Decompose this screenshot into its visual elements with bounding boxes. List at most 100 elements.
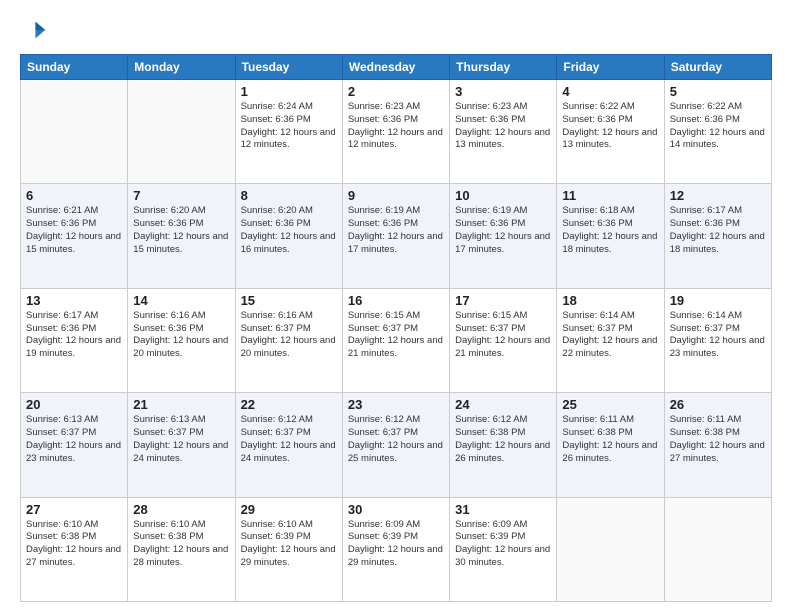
cell-sun-info: Sunrise: 6:20 AMSunset: 6:36 PMDaylight:… (241, 205, 337, 256)
weekday-header-tuesday: Tuesday (235, 55, 342, 80)
calendar-cell: 30Sunrise: 6:09 AMSunset: 6:39 PMDayligh… (342, 497, 449, 601)
cell-sun-info: Sunrise: 6:15 AMSunset: 6:37 PMDaylight:… (348, 310, 444, 361)
calendar-cell: 20 Sunrise: 6:13 AMSunset: 6:37 PMDayligh… (21, 393, 128, 497)
logo-icon (20, 16, 48, 44)
logo (20, 16, 52, 44)
cell-sun-info: Sunrise: 6:19 AMSunset: 6:36 PMDaylight:… (348, 205, 444, 256)
calendar-cell: 9 Sunrise: 6:19 AMSunset: 6:36 PMDaylight… (342, 184, 449, 288)
calendar-cell (664, 497, 771, 601)
day-number: 4 (562, 84, 658, 99)
cell-sun-info: Sunrise: 6:15 AMSunset: 6:37 PMDaylight:… (455, 310, 551, 361)
calendar-cell: 10 Sunrise: 6:19 AMSunset: 6:36 PMDayligh… (450, 184, 557, 288)
cell-sun-info: Sunrise: 6:16 AMSunset: 6:37 PMDaylight:… (241, 310, 337, 361)
calendar-cell: 18 Sunrise: 6:14 AMSunset: 6:37 PMDayligh… (557, 288, 664, 392)
calendar-cell: 7 Sunrise: 6:20 AMSunset: 6:36 PMDaylight… (128, 184, 235, 288)
cell-sun-info: Sunrise: 6:14 AMSunset: 6:37 PMDaylight:… (670, 310, 766, 361)
day-number: 16 (348, 293, 444, 308)
cell-sun-info: Sunrise: 6:14 AMSunset: 6:37 PMDaylight:… (562, 310, 658, 361)
cell-sun-info: Sunrise: 6:13 AMSunset: 6:37 PMDaylight:… (26, 414, 122, 465)
calendar-cell: 28Sunrise: 6:10 AMSunset: 6:38 PMDayligh… (128, 497, 235, 601)
calendar-cell (21, 80, 128, 184)
day-number: 23 (348, 397, 444, 412)
day-number: 29 (241, 502, 337, 517)
day-number: 19 (670, 293, 766, 308)
page: SundayMondayTuesdayWednesdayThursdayFrid… (0, 0, 792, 612)
day-number: 28 (133, 502, 229, 517)
day-number: 12 (670, 188, 766, 203)
day-number: 6 (26, 188, 122, 203)
calendar-table: SundayMondayTuesdayWednesdayThursdayFrid… (20, 54, 772, 602)
cell-sun-info: Sunrise: 6:10 AMSunset: 6:39 PMDaylight:… (241, 519, 337, 570)
day-number: 18 (562, 293, 658, 308)
cell-sun-info: Sunrise: 6:19 AMSunset: 6:36 PMDaylight:… (455, 205, 551, 256)
cell-sun-info: Sunrise: 6:20 AMSunset: 6:36 PMDaylight:… (133, 205, 229, 256)
day-number: 5 (670, 84, 766, 99)
day-number: 14 (133, 293, 229, 308)
cell-sun-info: Sunrise: 6:12 AMSunset: 6:38 PMDaylight:… (455, 414, 551, 465)
calendar-cell: 19 Sunrise: 6:14 AMSunset: 6:37 PMDayligh… (664, 288, 771, 392)
day-number: 13 (26, 293, 122, 308)
calendar-cell: 12Sunrise: 6:17 AMSunset: 6:36 PMDayligh… (664, 184, 771, 288)
day-number: 26 (670, 397, 766, 412)
calendar-week-row: 27Sunrise: 6:10 AMSunset: 6:38 PMDayligh… (21, 497, 772, 601)
day-number: 8 (241, 188, 337, 203)
calendar-cell: 27Sunrise: 6:10 AMSunset: 6:38 PMDayligh… (21, 497, 128, 601)
day-number: 1 (241, 84, 337, 99)
calendar-cell: 31 Sunrise: 6:09 AMSunset: 6:39 PMDayligh… (450, 497, 557, 601)
calendar-cell: 14 Sunrise: 6:16 AMSunset: 6:36 PMDayligh… (128, 288, 235, 392)
day-number: 7 (133, 188, 229, 203)
calendar-week-row: 20 Sunrise: 6:13 AMSunset: 6:37 PMDayligh… (21, 393, 772, 497)
cell-sun-info: Sunrise: 6:11 AMSunset: 6:38 PMDaylight:… (562, 414, 658, 465)
day-number: 17 (455, 293, 551, 308)
day-number: 31 (455, 502, 551, 517)
cell-sun-info: Sunrise: 6:12 AMSunset: 6:37 PMDaylight:… (241, 414, 337, 465)
cell-sun-info: Sunrise: 6:09 AMSunset: 6:39 PMDaylight:… (348, 519, 444, 570)
cell-sun-info: Sunrise: 6:12 AMSunset: 6:37 PMDaylight:… (348, 414, 444, 465)
cell-sun-info: Sunrise: 6:11 AMSunset: 6:38 PMDaylight:… (670, 414, 766, 465)
calendar-cell: 3Sunrise: 6:23 AMSunset: 6:36 PMDaylight… (450, 80, 557, 184)
cell-sun-info: Sunrise: 6:09 AMSunset: 6:39 PMDaylight:… (455, 519, 551, 570)
calendar-cell: 11 Sunrise: 6:18 AMSunset: 6:36 PMDayligh… (557, 184, 664, 288)
weekday-header-thursday: Thursday (450, 55, 557, 80)
weekday-header-row: SundayMondayTuesdayWednesdayThursdayFrid… (21, 55, 772, 80)
day-number: 25 (562, 397, 658, 412)
cell-sun-info: Sunrise: 6:16 AMSunset: 6:36 PMDaylight:… (133, 310, 229, 361)
calendar-week-row: 1Sunrise: 6:24 AMSunset: 6:36 PMDaylight… (21, 80, 772, 184)
cell-sun-info: Sunrise: 6:22 AMSunset: 6:36 PMDaylight:… (670, 101, 766, 152)
weekday-header-friday: Friday (557, 55, 664, 80)
day-number: 24 (455, 397, 551, 412)
calendar-cell: 13 Sunrise: 6:17 AMSunset: 6:36 PMDayligh… (21, 288, 128, 392)
cell-sun-info: Sunrise: 6:10 AMSunset: 6:38 PMDaylight:… (26, 519, 122, 570)
cell-sun-info: Sunrise: 6:18 AMSunset: 6:36 PMDaylight:… (562, 205, 658, 256)
calendar-cell: 22 Sunrise: 6:12 AMSunset: 6:37 PMDayligh… (235, 393, 342, 497)
calendar-week-row: 13 Sunrise: 6:17 AMSunset: 6:36 PMDayligh… (21, 288, 772, 392)
day-number: 9 (348, 188, 444, 203)
calendar-cell: 2 Sunrise: 6:23 AMSunset: 6:36 PMDaylight… (342, 80, 449, 184)
day-number: 11 (562, 188, 658, 203)
day-number: 15 (241, 293, 337, 308)
day-number: 22 (241, 397, 337, 412)
calendar-cell: 15 Sunrise: 6:16 AMSunset: 6:37 PMDayligh… (235, 288, 342, 392)
day-number: 2 (348, 84, 444, 99)
calendar-cell: 21Sunrise: 6:13 AMSunset: 6:37 PMDayligh… (128, 393, 235, 497)
weekday-header-saturday: Saturday (664, 55, 771, 80)
cell-sun-info: Sunrise: 6:23 AMSunset: 6:36 PMDaylight:… (455, 101, 551, 152)
calendar-week-row: 6Sunrise: 6:21 AMSunset: 6:36 PMDaylight… (21, 184, 772, 288)
calendar-cell: 4Sunrise: 6:22 AMSunset: 6:36 PMDaylight… (557, 80, 664, 184)
calendar-cell (557, 497, 664, 601)
weekday-header-sunday: Sunday (21, 55, 128, 80)
calendar-cell (128, 80, 235, 184)
calendar-cell: 6Sunrise: 6:21 AMSunset: 6:36 PMDaylight… (21, 184, 128, 288)
cell-sun-info: Sunrise: 6:23 AMSunset: 6:36 PMDaylight:… (348, 101, 444, 152)
calendar-cell: 17 Sunrise: 6:15 AMSunset: 6:37 PMDayligh… (450, 288, 557, 392)
calendar-cell: 25 Sunrise: 6:11 AMSunset: 6:38 PMDayligh… (557, 393, 664, 497)
day-number: 10 (455, 188, 551, 203)
weekday-header-wednesday: Wednesday (342, 55, 449, 80)
calendar-cell: 23 Sunrise: 6:12 AMSunset: 6:37 PMDayligh… (342, 393, 449, 497)
calendar-cell: 16 Sunrise: 6:15 AMSunset: 6:37 PMDayligh… (342, 288, 449, 392)
header (20, 16, 772, 44)
day-number: 20 (26, 397, 122, 412)
calendar-cell: 26 Sunrise: 6:11 AMSunset: 6:38 PMDayligh… (664, 393, 771, 497)
cell-sun-info: Sunrise: 6:17 AMSunset: 6:36 PMDaylight:… (26, 310, 122, 361)
calendar-cell: 24 Sunrise: 6:12 AMSunset: 6:38 PMDayligh… (450, 393, 557, 497)
